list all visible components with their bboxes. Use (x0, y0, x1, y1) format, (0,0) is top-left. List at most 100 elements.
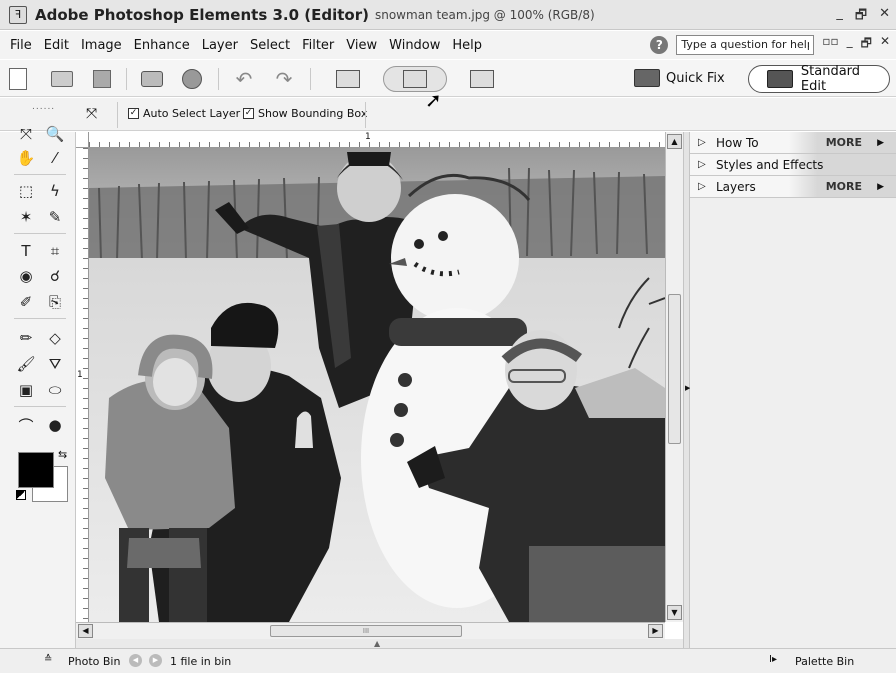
zoom-tool-icon[interactable]: 🔍 (42, 122, 68, 146)
rotate-right-alt-icon[interactable] (462, 66, 502, 92)
menu-view[interactable]: View (340, 38, 383, 53)
type-tool-icon[interactable]: T (13, 239, 39, 263)
photo-bin-toggle-strip[interactable]: ▲ (76, 639, 683, 648)
palette-bin-toggle-icon[interactable]: I▸ (769, 654, 777, 665)
ruler-mark: 1 (77, 370, 83, 380)
restore-button[interactable]: 🗗 (855, 6, 867, 28)
expand-arrow-icon[interactable]: ▷ (698, 137, 712, 148)
expand-up-icon[interactable]: ▲ (374, 639, 380, 648)
email-icon[interactable] (178, 66, 206, 92)
scroll-right-arrow-icon[interactable]: ▶ (648, 624, 663, 638)
horizontal-ruler: 1 (89, 132, 665, 148)
swap-colors-icon[interactable]: ⇆ (58, 448, 67, 461)
marquee-tool-icon[interactable]: ⬚ (13, 179, 39, 203)
quick-fix-button[interactable]: Quick Fix (634, 69, 725, 87)
help-search-input[interactable] (676, 34, 815, 55)
menu-edit[interactable]: Edit (38, 38, 75, 53)
cookie-cutter-tool-icon[interactable]: ◉ (13, 264, 39, 288)
toolbar-divider (126, 68, 127, 90)
scroll-left-arrow-icon[interactable]: ◀ (78, 624, 93, 638)
quick-fix-icon (634, 69, 660, 87)
shape-tool-icon[interactable]: ⬭ (42, 378, 68, 402)
open-icon[interactable] (48, 66, 76, 92)
menu-layer[interactable]: Layer (196, 38, 244, 53)
scroll-down-arrow-icon[interactable]: ▼ (667, 605, 682, 620)
doc-restore-button[interactable]: 🗗 (861, 34, 872, 55)
horizontal-scrollbar[interactable]: ◀ III ▶ (76, 622, 665, 639)
standard-edit-button[interactable]: Standard Edit (748, 64, 890, 94)
doc-close-button[interactable]: ✕ (880, 34, 890, 55)
sponge-tool-icon[interactable]: ● (42, 413, 68, 437)
mouse-cursor-icon: ➚ (425, 88, 442, 112)
undo-icon[interactable]: ↶ (230, 66, 258, 92)
default-colors-icon[interactable] (16, 490, 26, 500)
palette-layers[interactable]: ▷ Layers MORE ▶ (690, 176, 896, 198)
expand-arrow-icon[interactable]: ▷ (698, 159, 712, 170)
menu-select[interactable]: Select (244, 38, 296, 53)
options-grip[interactable]: ...... (32, 102, 55, 112)
menu-file[interactable]: File (4, 38, 38, 53)
vertical-scrollbar[interactable]: ▲ ▼ (665, 132, 683, 622)
minimize-button[interactable]: _ (836, 6, 843, 28)
gradient-tool-icon[interactable]: ▣ (13, 378, 39, 402)
paint-bucket-tool-icon[interactable]: ⛛ (42, 352, 68, 376)
expand-arrow-icon[interactable]: ▷ (698, 181, 712, 192)
scroll-up-arrow-icon[interactable]: ▲ (667, 134, 682, 149)
redo-icon[interactable]: ↷ (270, 66, 298, 92)
menu-filter[interactable]: Filter (296, 38, 340, 53)
close-button[interactable]: ✕ (879, 6, 890, 28)
hand-tool-icon[interactable]: ✋ (13, 146, 39, 170)
palette-bin-label[interactable]: Palette Bin (795, 655, 854, 668)
image-canvas[interactable] (89, 148, 665, 622)
palette-bin: ▷ How To MORE ▶ ▷ Styles and Effects ▷ L… (690, 132, 896, 648)
rotate-left-icon[interactable] (328, 66, 368, 92)
selection-brush-tool-icon[interactable]: ✎ (42, 205, 68, 229)
clone-stamp-tool-icon[interactable]: ⎘ (42, 290, 68, 314)
eyedropper-tool-icon[interactable]: ⁄ (42, 146, 68, 170)
brush-tool-icon[interactable]: 🖌 (13, 352, 39, 376)
more-button[interactable]: MORE (826, 136, 862, 149)
options-bar: ...... ⤧ ✓ Auto Select Layer ✓ Show Boun… (0, 98, 896, 131)
move-tool-icon[interactable]: ⤧ (13, 122, 39, 146)
photo-bin-toggle-icon[interactable]: ≙ (44, 654, 52, 665)
healing-brush-tool-icon[interactable]: ✐ (13, 290, 39, 314)
new-icon[interactable] (4, 66, 32, 92)
menu-help[interactable]: Help (446, 38, 488, 53)
palette-how-to[interactable]: ▷ How To MORE ▶ (690, 132, 896, 154)
doc-minimize-button[interactable]: _ (847, 34, 853, 55)
ruler-origin[interactable] (76, 132, 89, 148)
title-bar: ꟻ Adobe Photoshop Elements 3.0 (Editor) … (0, 0, 896, 30)
photo-bin-label[interactable]: Photo Bin (68, 655, 120, 668)
print-icon[interactable] (138, 66, 166, 92)
help-icon[interactable]: ? (650, 35, 669, 54)
toolbox-divider (14, 318, 66, 319)
palette-bin-divider[interactable]: ▶ (683, 132, 690, 648)
foreground-color-swatch[interactable] (18, 452, 54, 488)
vertical-scroll-thumb[interactable] (668, 294, 681, 444)
pencil-tool-icon[interactable]: ✏ (13, 326, 39, 350)
palette-styles-and-effects[interactable]: ▷ Styles and Effects (690, 154, 896, 176)
more-arrow-icon[interactable]: ▶ (877, 138, 884, 148)
previous-photo-icon[interactable]: ◀ (129, 654, 142, 667)
next-photo-icon[interactable]: ▶ (149, 654, 162, 667)
auto-select-layer-checkbox[interactable]: ✓ Auto Select Layer (128, 107, 240, 120)
save-icon[interactable] (88, 66, 116, 92)
crop-tool-icon[interactable]: ⌗ (42, 239, 68, 263)
more-button[interactable]: MORE (826, 180, 862, 193)
tile-windows-button[interactable]: ▫▫ (822, 34, 838, 55)
red-eye-tool-icon[interactable]: ☌ (42, 264, 68, 288)
toolbox-divider (14, 174, 66, 175)
menu-window[interactable]: Window (383, 38, 446, 53)
app-title: Adobe Photoshop Elements 3.0 (Editor) (35, 5, 369, 24)
show-bounding-box-checkbox[interactable]: ✓ Show Bounding Box (243, 107, 367, 120)
app-icon[interactable]: ꟻ (9, 5, 27, 24)
eraser-tool-icon[interactable]: ◇ (42, 326, 68, 350)
more-arrow-icon[interactable]: ▶ (877, 182, 884, 192)
menu-image[interactable]: Image (75, 38, 128, 53)
horizontal-scroll-thumb[interactable]: III (270, 625, 462, 637)
lasso-tool-icon[interactable]: ϟ (42, 179, 68, 203)
blur-tool-icon[interactable]: ⌒ (13, 413, 39, 437)
ruler-mark: 1 (365, 132, 371, 142)
menu-enhance[interactable]: Enhance (128, 38, 196, 53)
magic-wand-tool-icon[interactable]: ✶ (13, 205, 39, 229)
